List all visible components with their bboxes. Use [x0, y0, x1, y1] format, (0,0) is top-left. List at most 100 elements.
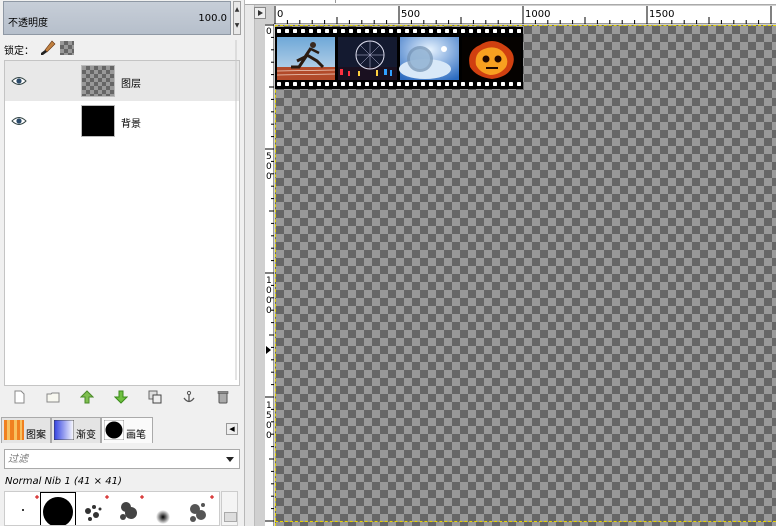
- new-layer-icon[interactable]: [12, 390, 26, 404]
- film-hole: [501, 29, 505, 33]
- film-hole: [317, 82, 321, 86]
- svg-text:0: 0: [266, 296, 272, 306]
- film-hole: [453, 29, 457, 33]
- film-hole: [309, 82, 313, 86]
- dock-scrollbar[interactable]: [232, 40, 240, 380]
- filter-input[interactable]: [8, 452, 208, 466]
- film-hole: [357, 29, 361, 33]
- film-hole: [509, 82, 513, 86]
- hruler-label: 1500: [649, 9, 674, 20]
- filter-box[interactable]: [4, 449, 240, 469]
- svg-text:0: 0: [266, 172, 272, 182]
- film-hole: [325, 29, 329, 33]
- delete-layer-icon[interactable]: [216, 390, 230, 404]
- brush-thumb[interactable]: [181, 493, 215, 526]
- tab-label: 渐变: [76, 430, 96, 441]
- opacity-spin-buttons[interactable]: ▲ ▼: [233, 1, 241, 35]
- tab-brushes[interactable]: 画笔: [101, 417, 153, 443]
- image-window: 0 500 1000 1500 0 500 1000 1500: [245, 0, 776, 526]
- film-hole: [309, 29, 313, 33]
- quick-mask-menu-button[interactable]: [254, 7, 266, 19]
- film-hole: [349, 82, 353, 86]
- vertical-ruler[interactable]: 0 500 1000 1500: [265, 24, 274, 526]
- brush-thumb[interactable]: [76, 493, 110, 526]
- svg-text:1: 1: [266, 276, 272, 286]
- eye-icon[interactable]: [11, 115, 27, 127]
- brush-thumb[interactable]: [111, 493, 145, 526]
- film-hole: [413, 82, 417, 86]
- lower-layer-icon[interactable]: [114, 390, 128, 404]
- film-hole: [477, 82, 481, 86]
- duplicate-layer-icon[interactable]: [148, 390, 162, 404]
- tab-label: 图案: [26, 430, 46, 441]
- vertical-ruler-ticks: 0 500 1000 1500: [265, 24, 274, 522]
- film-hole: [405, 82, 409, 86]
- film-hole: [437, 82, 441, 86]
- layer-name[interactable]: 背景: [121, 115, 141, 130]
- svg-text:0: 0: [266, 421, 272, 431]
- layer-row[interactable]: 背景: [5, 101, 239, 141]
- raise-layer-icon[interactable]: [80, 390, 94, 404]
- svg-text:5: 5: [266, 411, 272, 421]
- film-hole: [325, 82, 329, 86]
- layer-thumbnail: [81, 65, 115, 97]
- film-hole: [493, 29, 497, 33]
- svg-text:0: 0: [266, 286, 272, 296]
- film-hole: [341, 82, 345, 86]
- film-frame-fire-skull: [462, 37, 521, 80]
- horizontal-ruler-ticks: 0 500 1000 1500: [274, 6, 772, 24]
- anchor-layer-icon[interactable]: [182, 390, 196, 404]
- opacity-slider[interactable]: 不透明度 100.0: [3, 1, 231, 35]
- hruler-label: 0: [277, 9, 283, 20]
- film-hole: [341, 29, 345, 33]
- film-hole: [429, 29, 433, 33]
- scroll-thumb[interactable]: [224, 512, 237, 522]
- brush-thumb[interactable]: [146, 493, 180, 526]
- brush-thumb-selected[interactable]: [40, 492, 76, 526]
- film-hole: [469, 82, 473, 86]
- lock-alpha-icon[interactable]: [60, 41, 74, 55]
- brush-tabs: 图案 渐变 画笔 ◀: [0, 417, 244, 443]
- spin-up-icon[interactable]: ▲: [234, 2, 240, 18]
- svg-text:0: 0: [266, 306, 272, 316]
- layer-buttons: [4, 389, 240, 407]
- film-hole: [285, 29, 289, 33]
- tab-gradients[interactable]: 渐变: [51, 417, 101, 443]
- film-hole: [389, 82, 393, 86]
- selection-edge: [275, 521, 776, 522]
- film-hole: [389, 29, 393, 33]
- film-hole: [501, 82, 505, 86]
- spin-down-icon[interactable]: ▼: [234, 18, 240, 34]
- film-hole: [445, 82, 449, 86]
- film-hole: [437, 29, 441, 33]
- film-hole: [373, 29, 377, 33]
- pointer-marker-icon: [266, 346, 271, 354]
- film-hole: [293, 82, 297, 86]
- eye-icon[interactable]: [11, 75, 27, 87]
- layer-thumbnail: [81, 105, 115, 137]
- film-hole: [445, 29, 449, 33]
- vruler-label-500: 500: [266, 152, 272, 182]
- film-frame-runner: [276, 37, 336, 80]
- svg-text:1: 1: [266, 401, 272, 411]
- film-hole: [317, 29, 321, 33]
- film-hole: [517, 29, 521, 33]
- image-canvas[interactable]: [275, 25, 776, 526]
- brush-thumb[interactable]: [6, 493, 40, 526]
- layer-row[interactable]: 图层: [5, 61, 239, 101]
- vruler-label: 0: [266, 27, 272, 37]
- lock-pixels-icon[interactable]: [40, 40, 56, 56]
- tab-menu-button[interactable]: ◀: [226, 423, 238, 435]
- brush-scrollbar[interactable]: [221, 491, 238, 526]
- film-hole: [301, 29, 305, 33]
- layer-name[interactable]: 图层: [121, 75, 141, 90]
- new-group-icon[interactable]: [46, 390, 60, 404]
- horizontal-ruler[interactable]: 0 500 1000 1500: [274, 6, 776, 24]
- film-hole: [509, 29, 513, 33]
- film-hole: [405, 29, 409, 33]
- chevron-down-icon[interactable]: [225, 454, 235, 464]
- tab-patterns[interactable]: 图案: [1, 417, 51, 443]
- film-hole: [485, 82, 489, 86]
- left-dock: 不透明度 100.0 ▲ ▼ 锁定： 图层 背景 图案 渐变 画笔 ◀ 过滤 N…: [0, 0, 245, 526]
- film-hole: [461, 29, 465, 33]
